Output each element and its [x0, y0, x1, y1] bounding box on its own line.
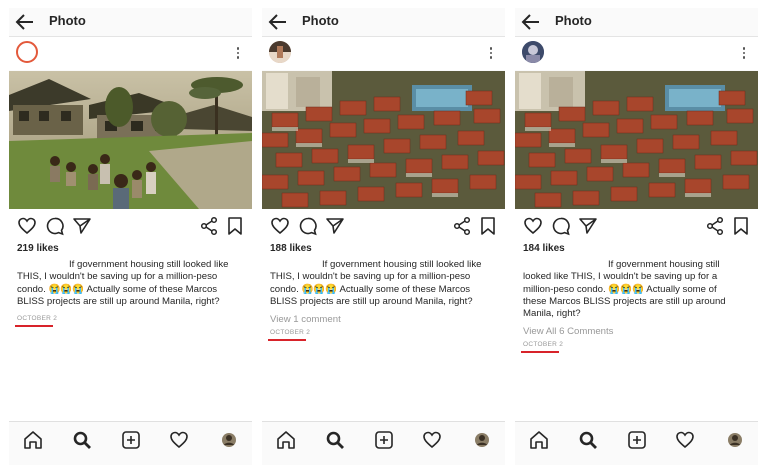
- bottom-nav: [515, 421, 758, 458]
- share-icon[interactable]: [705, 216, 725, 236]
- page-title: Photo: [302, 13, 339, 28]
- top-bar: Photo: [262, 8, 505, 37]
- home-icon[interactable]: [529, 430, 549, 450]
- post-content: 188 likes If government housing still lo…: [262, 241, 505, 421]
- post-photo[interactable]: [262, 71, 505, 209]
- likes-count[interactable]: 188 likes: [270, 243, 312, 254]
- profile-icon[interactable]: [219, 430, 239, 450]
- post-header: [262, 37, 505, 70]
- add-post-icon[interactable]: [121, 430, 141, 450]
- send-icon[interactable]: [325, 216, 345, 236]
- send-icon[interactable]: [72, 216, 92, 236]
- red-underline-annotation: [15, 325, 53, 327]
- caption-text: If government housing still looked like …: [17, 259, 229, 307]
- activity-heart-icon[interactable]: [422, 430, 442, 450]
- caption: If government housing still looked like …: [523, 259, 738, 320]
- caption-text: If government housing still looked like …: [270, 259, 482, 307]
- share-icon[interactable]: [452, 216, 472, 236]
- heart-icon[interactable]: [523, 216, 543, 236]
- share-icon[interactable]: [199, 216, 219, 236]
- send-icon[interactable]: [578, 216, 598, 236]
- instagram-post-screen-1: Photo 219 likes If government housing st…: [9, 8, 252, 465]
- post-date: OCTOBER 2: [270, 329, 311, 336]
- back-arrow-icon[interactable]: [15, 13, 35, 31]
- add-post-icon[interactable]: [627, 430, 647, 450]
- top-bar: Photo: [9, 8, 252, 37]
- post-actions: [9, 209, 252, 241]
- bottom-nav: [9, 421, 252, 458]
- add-post-icon[interactable]: [374, 430, 394, 450]
- search-icon[interactable]: [325, 430, 345, 450]
- more-options-icon[interactable]: [236, 47, 240, 61]
- likes-count[interactable]: 219 likes: [17, 243, 59, 254]
- top-bar: Photo: [515, 8, 758, 37]
- avatar[interactable]: [522, 41, 544, 63]
- red-underline-annotation: [521, 351, 559, 353]
- instagram-post-screen-2: Photo 188 likes If government housing st…: [262, 8, 505, 465]
- instagram-post-screen-3: Photo 184 likes If government housing st…: [515, 8, 758, 465]
- search-icon[interactable]: [72, 430, 92, 450]
- profile-icon[interactable]: [472, 430, 492, 450]
- page-title: Photo: [555, 13, 592, 28]
- post-content: 219 likes If government housing still lo…: [9, 241, 252, 421]
- more-options-icon[interactable]: [489, 47, 493, 61]
- page-title: Photo: [49, 13, 86, 28]
- post-photo[interactable]: [9, 71, 252, 209]
- avatar[interactable]: [16, 41, 38, 63]
- likes-count[interactable]: 184 likes: [523, 243, 565, 254]
- post-date: OCTOBER 2: [523, 341, 564, 348]
- post-date: OCTOBER 2: [17, 315, 58, 322]
- bottom-nav: [262, 421, 505, 458]
- caption: If government housing still looked like …: [17, 259, 245, 308]
- back-arrow-icon[interactable]: [268, 13, 288, 31]
- profile-icon[interactable]: [725, 430, 745, 450]
- caption-text: If government housing still looked like …: [523, 259, 726, 320]
- post-actions: [262, 209, 505, 241]
- view-comments-link[interactable]: View All 6 Comments: [523, 326, 613, 337]
- post-header: [515, 37, 758, 70]
- comment-icon[interactable]: [45, 216, 65, 236]
- post-photo[interactable]: [515, 71, 758, 209]
- comment-icon[interactable]: [551, 216, 571, 236]
- activity-heart-icon[interactable]: [675, 430, 695, 450]
- back-arrow-icon[interactable]: [521, 13, 541, 31]
- search-icon[interactable]: [578, 430, 598, 450]
- avatar[interactable]: [269, 41, 291, 63]
- comment-icon[interactable]: [298, 216, 318, 236]
- bookmark-icon[interactable]: [478, 216, 498, 236]
- heart-icon[interactable]: [17, 216, 37, 236]
- red-underline-annotation: [268, 339, 306, 341]
- heart-icon[interactable]: [270, 216, 290, 236]
- post-header: [9, 37, 252, 70]
- bookmark-icon[interactable]: [225, 216, 245, 236]
- home-icon[interactable]: [276, 430, 296, 450]
- caption: If government housing still looked like …: [270, 259, 498, 308]
- bookmark-icon[interactable]: [731, 216, 751, 236]
- post-content: 184 likes If government housing still lo…: [515, 241, 758, 421]
- view-comments-link[interactable]: View 1 comment: [270, 314, 341, 325]
- activity-heart-icon[interactable]: [169, 430, 189, 450]
- more-options-icon[interactable]: [742, 47, 746, 61]
- post-actions: [515, 209, 758, 241]
- home-icon[interactable]: [23, 430, 43, 450]
